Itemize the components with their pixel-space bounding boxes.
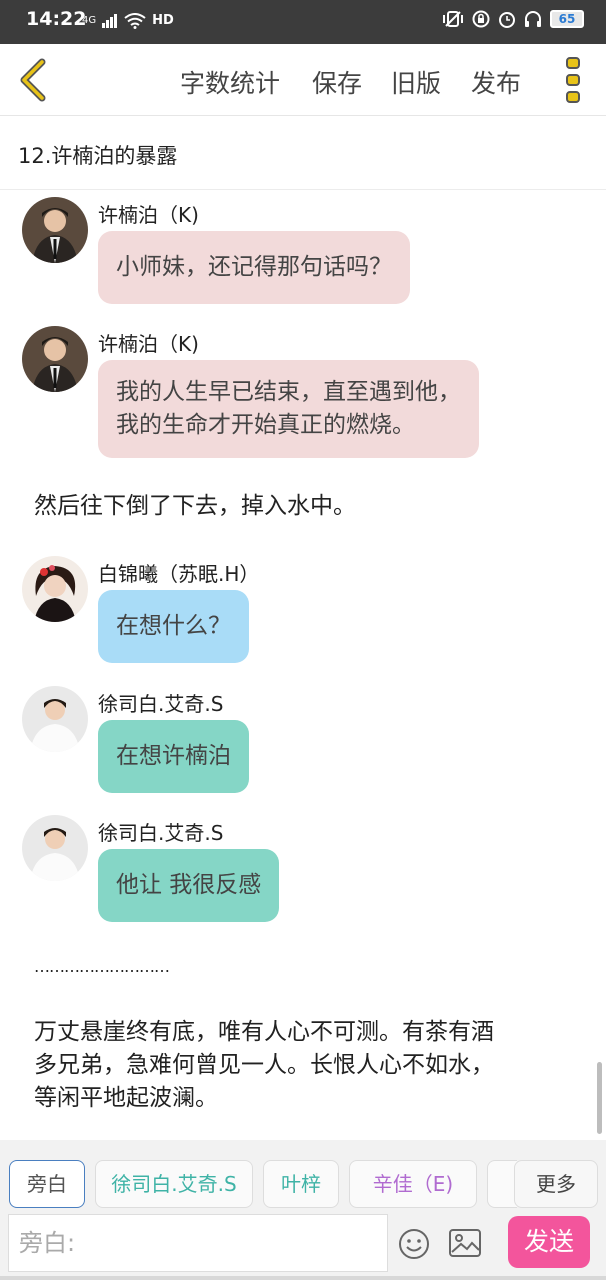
message-bubble[interactable]: 在想什么？: [98, 590, 249, 663]
editor-toolbar: 字数统计 保存 旧版 发布: [0, 44, 606, 116]
send-button[interactable]: 发送: [508, 1216, 590, 1268]
role-label: 叶梓: [281, 1172, 321, 1196]
chat-message[interactable]: 许楠泊（K) 我的人生早已结束，直至遇到他， 我的生命才开始真正的燃烧。: [22, 326, 582, 466]
narration-text[interactable]: 然后往下倒了下去，掉入水中。: [34, 490, 356, 523]
narration-paragraph[interactable]: 万丈悬崖终有底，唯有人心不可测。有茶有酒 多兄弟，急难何曾见一人。长恨人心不如水…: [34, 1016, 494, 1115]
avatar-man-white-shirt-icon: [22, 686, 88, 752]
message-bubble[interactable]: 他让 我很反感: [98, 849, 280, 922]
chat-message[interactable]: 许楠泊（K) 小师妹，还记得那句话吗？: [22, 197, 582, 307]
status-time: 14:22: [26, 8, 87, 30]
chat-message[interactable]: 白锦曦（苏眠.H） 在想什么？: [22, 556, 582, 663]
message-bubble[interactable]: 在想许楠泊: [98, 720, 249, 793]
role-chip-xin-jia[interactable]: 辛佳（E): [349, 1160, 477, 1208]
message-line: 我的人生早已结束，直至遇到他，: [116, 379, 461, 405]
avatar-woman-icon: [22, 556, 88, 622]
sender-name: 白锦曦（苏眠.H）: [98, 562, 260, 586]
save-button[interactable]: 保存: [312, 64, 362, 100]
avatar[interactable]: [22, 686, 88, 752]
old-version-button[interactable]: 旧版: [391, 64, 441, 100]
chat-message[interactable]: 徐司白.艾奇.S 他让 我很反感: [22, 815, 582, 922]
sender-name: 许楠泊（K): [98, 203, 199, 227]
vibrate-icon: [443, 11, 463, 27]
ellipsis-text[interactable]: ………………………: [34, 950, 170, 983]
status-left-icons: 4G HD: [82, 10, 174, 32]
narration-line: 万丈悬崖终有底，唯有人心不可测。有茶有酒: [34, 1019, 494, 1045]
avatar[interactable]: [22, 197, 88, 263]
scrollbar[interactable]: [597, 1062, 602, 1134]
sender-name: 徐司白.艾奇.S: [98, 692, 224, 716]
narration-line: 多兄弟，急难何曾见一人。长恨人心不如水，: [34, 1052, 494, 1078]
word-count-button[interactable]: 字数统计: [180, 64, 280, 100]
chapter-title-row[interactable]: 12.许楠泊的暴露: [0, 116, 606, 190]
role-chip-narrator[interactable]: 旁白: [9, 1160, 85, 1208]
role-selector: 旁白 徐司白.艾奇.S 叶梓 辛佳（E) 夏 更多: [0, 1140, 606, 1210]
chapter-title[interactable]: 12.许楠泊的暴露: [18, 140, 177, 170]
message-bubble[interactable]: 小师妹，还记得那句话吗？: [98, 231, 410, 304]
message-input[interactable]: 旁白:: [8, 1214, 388, 1272]
role-label: 辛佳（E): [372, 1172, 454, 1196]
alarm-icon: [499, 12, 515, 28]
role-label: 徐司白.艾奇.S: [111, 1172, 237, 1196]
more-roles-button[interactable]: 更多: [514, 1160, 598, 1208]
headset-icon: [525, 11, 541, 27]
emoji-icon[interactable]: [398, 1228, 430, 1260]
input-bar: 旁白: 发送: [0, 1210, 606, 1280]
status-bar: 14:22 4G HD 65: [0, 0, 606, 44]
status-right-icons: 65: [442, 10, 584, 28]
message-line: 我的生命才开始真正的燃烧。: [116, 412, 415, 438]
back-icon[interactable]: [14, 56, 54, 104]
sender-name: 徐司白.艾奇.S: [98, 821, 224, 845]
avatar-man-suit-icon: [22, 197, 88, 263]
role-chip-xu-sibai[interactable]: 徐司白.艾奇.S: [95, 1160, 253, 1208]
role-chip-xia[interactable]: 夏: [487, 1160, 517, 1208]
navigation-bar: [0, 1276, 606, 1280]
avatar[interactable]: [22, 326, 88, 392]
narration-line: 等闲平地起波澜。: [34, 1085, 218, 1111]
avatar-man-white-shirt-icon: [22, 815, 88, 881]
message-bubble[interactable]: 我的人生早已结束，直至遇到他， 我的生命才开始真正的燃烧。: [98, 360, 479, 458]
lock-rotation-icon: [472, 10, 490, 28]
avatar[interactable]: [22, 556, 88, 622]
hd-label: HD: [152, 13, 174, 28]
chat-message[interactable]: 徐司白.艾奇.S 在想许楠泊: [22, 686, 582, 793]
avatar[interactable]: [22, 815, 88, 881]
avatar-man-suit-icon: [22, 326, 88, 392]
publish-button[interactable]: 发布: [471, 64, 521, 100]
role-label: 旁白: [27, 1172, 67, 1196]
image-icon[interactable]: [448, 1228, 482, 1258]
more-options-icon[interactable]: [560, 54, 586, 106]
battery-icon: 65: [550, 10, 584, 28]
network-type-label: 4G: [82, 15, 97, 26]
signal-icon: [102, 14, 118, 28]
wifi-icon: [124, 13, 146, 29]
role-chip-ye-zi[interactable]: 叶梓: [263, 1160, 339, 1208]
sender-name: 许楠泊（K): [98, 332, 199, 356]
